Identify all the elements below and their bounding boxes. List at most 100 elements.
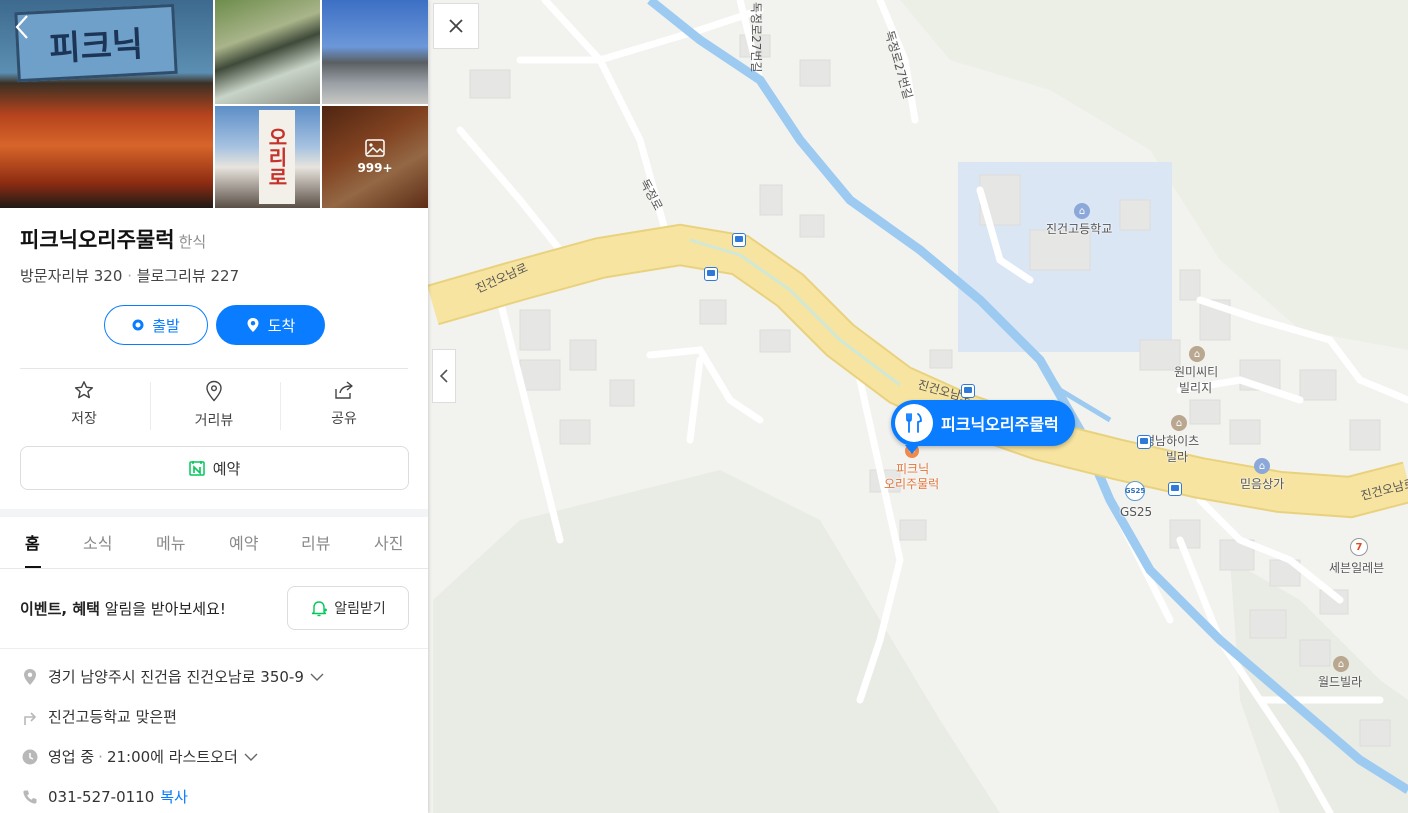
tab-menu[interactable]: 메뉴: [156, 530, 185, 554]
directions-row: 진건고등학교 맞은편: [22, 706, 177, 727]
active-tab-indicator: [25, 566, 41, 568]
photo-thumb[interactable]: [322, 0, 428, 104]
chevron-left-icon: [15, 15, 28, 39]
arrival-button[interactable]: 도착: [216, 305, 325, 345]
gs25-icon[interactable]: GS25: [1125, 481, 1145, 501]
collapse-panel-button[interactable]: [432, 349, 456, 403]
chevron-left-icon: [439, 369, 448, 383]
clock-icon: [22, 749, 38, 764]
photo-thumb[interactable]: [215, 0, 320, 104]
turn-arrow-icon: [24, 711, 37, 725]
place-title: 피크닉오리주물럭: [20, 228, 175, 252]
seven-eleven-label[interactable]: 세븐일레븐: [1329, 559, 1384, 576]
gs25-label[interactable]: GS25: [1120, 505, 1152, 519]
divider: [0, 648, 428, 649]
building-icon[interactable]: ⌂: [1333, 656, 1349, 672]
origin-dot-icon: [132, 319, 144, 331]
shop-icon[interactable]: ⌂: [1254, 458, 1270, 474]
address-text: 경기 남양주시 진건읍 진건오남로 350-9: [48, 668, 304, 686]
tab-home[interactable]: 홈: [25, 530, 40, 554]
blog-review-link[interactable]: 블로그리뷰 227: [137, 267, 239, 285]
reservation-label: 예약: [212, 459, 241, 478]
notification-text: 알림을 받아보세요!: [99, 600, 226, 618]
chevron-down-icon[interactable]: [244, 752, 258, 762]
close-icon: [449, 19, 463, 33]
hours-status: 영업 중: [48, 748, 95, 766]
bus-stop-icon[interactable]: [1168, 482, 1182, 496]
villa-label[interactable]: 빌라: [1166, 448, 1188, 465]
share-icon: [335, 381, 353, 399]
place-panel: 피크닉 오리로 999+ 피크닉오리주물럭 한식 방문자리뷰 320 · 블로그리…: [0, 0, 428, 813]
back-button[interactable]: [14, 14, 40, 44]
address-row[interactable]: 경기 남양주시 진건읍 진건오남로 350-9: [22, 666, 324, 687]
road-label: 독정로27번길: [749, 2, 763, 72]
star-icon: [74, 381, 94, 399]
photo-thumb-more[interactable]: 999+: [322, 106, 428, 208]
restaurant-label[interactable]: 오리주물럭: [884, 475, 939, 492]
map-pin-icon: [247, 318, 259, 332]
review-summary: 방문자리뷰 320 · 블로그리뷰 227: [20, 265, 239, 286]
photo-thumb[interactable]: 오리로: [215, 106, 320, 208]
separator: ·: [127, 267, 132, 285]
bus-stop-icon[interactable]: [732, 233, 746, 247]
save-button[interactable]: 저장: [20, 380, 148, 434]
school-label[interactable]: 진건고등학교: [1046, 220, 1112, 237]
departure-label: 출발: [152, 316, 180, 335]
marker-tail: [905, 445, 919, 454]
hours-detail: 21:00에 라스트오더: [106, 748, 238, 766]
villa-label[interactable]: 빌리지: [1179, 379, 1212, 396]
building-icon[interactable]: ⌂: [1171, 415, 1187, 431]
seven-eleven-icon[interactable]: 7: [1350, 538, 1368, 556]
phone-row: 031-527-0110 복사: [22, 786, 188, 807]
image-icon: [365, 139, 385, 157]
villa-label[interactable]: 경남하이츠: [1144, 432, 1199, 449]
separator: ·: [98, 747, 103, 766]
street-view-button[interactable]: 거리뷰: [150, 380, 278, 434]
bus-stop-icon[interactable]: [961, 384, 975, 398]
shop-label[interactable]: 믿음상가: [1240, 475, 1284, 492]
share-button[interactable]: 공유: [280, 380, 408, 434]
arrival-label: 도착: [267, 316, 296, 335]
photo-sign-text: 피크닉: [48, 24, 145, 69]
notification-bold: 이벤트, 혜택: [20, 600, 100, 618]
subscribe-button[interactable]: 알림받기: [287, 586, 409, 630]
villa-label[interactable]: 원미씨티: [1174, 363, 1218, 380]
tab-divider: [0, 568, 428, 569]
hours-row[interactable]: 영업 중 · 21:00에 라스트오더: [22, 746, 258, 767]
chevron-down-icon[interactable]: [310, 672, 324, 682]
marker-label: 피크닉오리주물럭: [941, 415, 1059, 434]
photo-banner: 오리로: [259, 110, 295, 204]
tab-reservation[interactable]: 예약: [229, 530, 258, 554]
place-category: 한식: [178, 233, 207, 251]
visitor-review-link[interactable]: 방문자리뷰 320: [20, 267, 122, 285]
bus-stop-icon[interactable]: [704, 267, 718, 281]
fork-knife-icon: [895, 404, 933, 442]
world-villa-label[interactable]: 월드빌라: [1318, 673, 1362, 690]
reservation-button[interactable]: 예약: [20, 446, 409, 490]
tab-photo[interactable]: 사진: [374, 530, 403, 554]
phone-number: 031-527-0110: [48, 787, 155, 806]
photo-gallery[interactable]: 피크닉 오리로 999+: [0, 0, 428, 208]
bus-stop-icon[interactable]: [1137, 435, 1151, 449]
building-icon[interactable]: ⌂: [1189, 346, 1205, 362]
close-button[interactable]: [433, 3, 479, 49]
departure-button[interactable]: 출발: [104, 305, 208, 345]
copy-phone-button[interactable]: 복사: [160, 786, 188, 807]
section-gap: [0, 509, 428, 517]
street-view-label: 거리뷰: [194, 413, 234, 429]
tab-review[interactable]: 리뷰: [301, 530, 330, 554]
divider: [20, 368, 408, 369]
naver-booking-icon: [188, 461, 205, 476]
location-pin-icon: [24, 668, 36, 685]
photo-count: 999+: [357, 161, 393, 175]
notification-prompt: 이벤트, 혜택 알림을 받아보세요!: [20, 598, 226, 619]
bell-plus-icon: [312, 601, 328, 617]
phone-icon: [23, 790, 37, 804]
place-marker[interactable]: 피크닉오리주물럭: [891, 400, 1075, 446]
directions-text: 진건고등학교 맞은편: [48, 708, 177, 726]
tab-news[interactable]: 소식: [83, 530, 112, 554]
photo-count-overlay: 999+: [322, 106, 428, 208]
school-icon[interactable]: ⌂: [1074, 203, 1090, 219]
place-header: 피크닉오리주물럭 한식: [20, 224, 206, 254]
save-label: 저장: [71, 411, 97, 427]
